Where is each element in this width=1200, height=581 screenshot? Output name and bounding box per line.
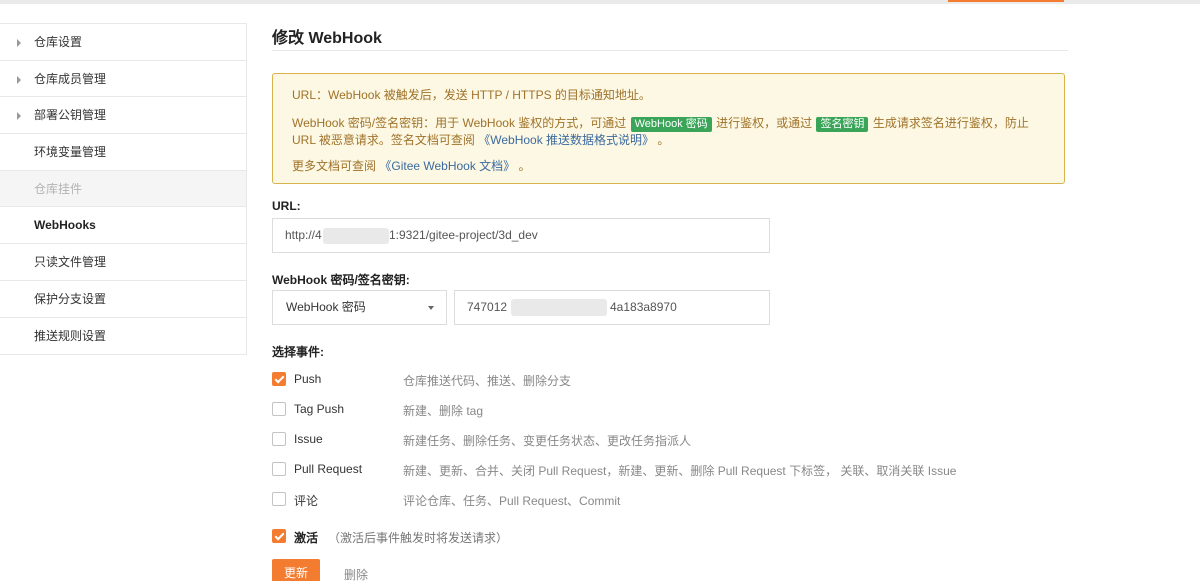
update-button[interactable]: 更新 <box>272 559 320 581</box>
event-row-push: Push 仓库推送代码、推送、删除分支 <box>272 371 1032 389</box>
event-row-tag-push: Tag Push 新建、删除 tag <box>272 401 1032 419</box>
event-description: 新建、更新、合并、关闭 Pull Request，新建、更新、删除 Pull R… <box>403 464 957 478</box>
sidebar-item-label: 推送规则设置 <box>34 328 107 343</box>
sidebar-item-push-rules[interactable]: 推送规则设置 <box>0 318 246 355</box>
chevron-down-icon <box>428 306 434 310</box>
tag-push-checkbox[interactable] <box>272 402 286 416</box>
event-description: 新建任务、删除任务、变更任务状态、更改任务指派人 <box>403 434 692 448</box>
sidebar-item-env-vars[interactable]: 环境变量管理 <box>0 134 246 171</box>
event-row-pull-request: Pull Request 新建、更新、合并、关闭 Pull Request，新建… <box>272 461 1032 479</box>
secret-type-value: WebHook 密码 <box>286 300 366 314</box>
page-title: 修改 WebHook <box>272 30 382 47</box>
notice-line-more-docs: 更多文档可查阅 《Gitee WebHook 文档》 。 <box>292 158 1045 174</box>
redacted-blur <box>511 299 607 316</box>
sidebar-item-label: 部署公钥管理 <box>34 108 107 123</box>
top-nav-active-indicator <box>948 0 1064 2</box>
event-description: 新建、删除 tag <box>403 404 484 418</box>
issue-checkbox[interactable] <box>272 432 286 446</box>
notice-line-secret: WebHook 密码/签名密钥：用于 WebHook 鉴权的方式，可通过 Web… <box>292 115 1045 148</box>
sidebar-item-label: 仓库挂件 <box>34 181 83 196</box>
event-row-comment: 评论 评论仓库、任务、Pull Request、Commit <box>272 491 1032 509</box>
sidebar-item-label: 环境变量管理 <box>34 145 107 160</box>
event-row-issue: Issue 新建任务、删除任务、变更任务状态、更改任务指派人 <box>272 431 1032 449</box>
caret-right-icon <box>17 39 21 47</box>
push-checkbox[interactable] <box>272 372 286 386</box>
comment-checkbox[interactable] <box>272 492 286 506</box>
notice-text: WebHook 密码/签名密钥：用于 WebHook 鉴权的方式，可通过 <box>292 116 627 130</box>
push-format-doc-link[interactable]: 《WebHook 推送数据格式说明》 <box>478 133 654 147</box>
sidebar-item-readonly-files[interactable]: 只读文件管理 <box>0 244 246 281</box>
sidebar-item-label: 仓库设置 <box>34 35 83 49</box>
activate-hint: （激活后事件触发时将发送请求） <box>328 531 509 545</box>
events-label: 选择事件: <box>272 345 324 359</box>
event-name: Pull Request <box>294 462 363 476</box>
event-name: 评论 <box>294 494 319 508</box>
event-name: Push <box>294 372 322 386</box>
badge-webhook-password: WebHook 密码 <box>630 117 712 132</box>
activate-checkbox[interactable] <box>272 529 286 543</box>
sidebar-item-members[interactable]: 仓库成员管理 <box>0 61 246 98</box>
sidebar-item-label: 只读文件管理 <box>34 255 107 270</box>
url-value-start: http://4 <box>285 228 322 242</box>
notice-line-url: URL：WebHook 被触发后，发送 HTTP / HTTPS 的目标通知地址… <box>292 88 651 102</box>
caret-right-icon <box>17 75 21 84</box>
title-divider <box>272 50 1068 51</box>
notice-text: 。 <box>518 159 531 173</box>
url-input[interactable]: http://4 1:9321/gitee-project/3d_dev <box>272 218 770 253</box>
notice-text: 进行鉴权，或通过 <box>716 116 813 130</box>
secret-label: WebHook 密码/签名密钥: <box>272 273 410 287</box>
event-description: 仓库推送代码、推送、删除分支 <box>403 374 572 388</box>
activate-row: 激活 （激活后事件触发时将发送请求） <box>272 528 672 546</box>
url-label: URL: <box>272 199 301 213</box>
notice-text: 。 <box>657 133 670 147</box>
activate-label: 激活 <box>294 531 319 545</box>
sidebar-item-protected-branches[interactable]: 保护分支设置 <box>0 281 246 318</box>
event-description: 评论仓库、任务、Pull Request、Commit <box>403 494 621 508</box>
secret-value-start: 747012 <box>467 300 508 314</box>
redacted-blur <box>323 228 389 244</box>
event-name: Tag Push <box>294 402 345 416</box>
delete-button[interactable]: 删除 <box>344 566 368 581</box>
settings-sidebar: 仓库设置 仓库成员管理 部署公钥管理 环境变量管理 仓库挂件 WebHooks … <box>0 23 247 356</box>
sidebar-item-widgets: 仓库挂件 <box>0 170 246 208</box>
sidebar-item-deploy-keys[interactable]: 部署公钥管理 <box>0 97 246 135</box>
secret-type-select[interactable]: WebHook 密码 <box>272 290 447 325</box>
event-name: Issue <box>294 432 323 446</box>
url-value-end: 1:9321/gitee-project/3d_dev <box>389 228 538 242</box>
webhook-info-notice: URL：WebHook 被触发后，发送 HTTP / HTTPS 的目标通知地址… <box>272 73 1065 184</box>
pull-request-checkbox[interactable] <box>272 462 286 476</box>
badge-sign-key: 签名密钥 <box>816 117 869 132</box>
sidebar-item-webhooks[interactable]: WebHooks <box>0 207 246 245</box>
sidebar-item-repo-settings[interactable]: 仓库设置 <box>0 24 246 61</box>
secret-value-end: 4a183a8970 <box>610 300 677 314</box>
notice-text: 更多文档可查阅 <box>292 159 377 173</box>
caret-right-icon <box>17 112 21 121</box>
sidebar-item-label: 仓库成员管理 <box>34 71 107 86</box>
secret-input[interactable]: 747012 4a183a8970 <box>454 290 770 325</box>
gitee-webhook-doc-link[interactable]: 《Gitee WebHook 文档》 <box>379 159 515 173</box>
sidebar-item-label: WebHooks <box>34 218 96 233</box>
sidebar-item-label: 保护分支设置 <box>34 291 107 306</box>
